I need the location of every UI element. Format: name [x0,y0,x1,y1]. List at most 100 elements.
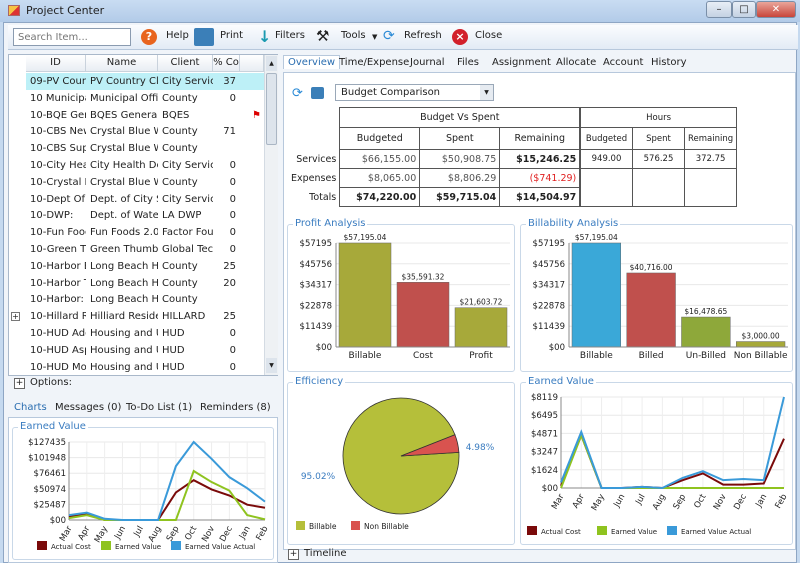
tools-button[interactable]: Tools [341,30,366,41]
tab-journal[interactable]: Journal [410,57,445,68]
bar[interactable] [681,316,731,348]
close-window-button[interactable]: ✕ [756,1,796,18]
table-row[interactable]: 10-CBS Supp Crystal Blue Wa County [26,140,264,157]
column-header-name[interactable]: Name [86,55,158,72]
bar[interactable] [571,242,621,348]
tab-reminders[interactable]: Reminders (8) [200,402,271,413]
cell: 0 [229,227,236,239]
cell: ($741.29) [499,168,581,188]
table-row[interactable]: 10-BQE Gen BQES General BQES ⚑ [26,107,264,124]
table-row[interactable]: 09-PV Count PV Country Clu City Servic 37 [26,73,264,90]
legend-swatch [101,541,111,550]
tab-timeexpense[interactable]: Time/Expense [339,57,409,68]
legend-label: Actual Cost [541,528,581,536]
x-tick: Aug [147,525,164,544]
tab-files[interactable]: Files [457,57,479,68]
report-select-value: Budget Comparison [341,87,441,98]
tab-charts[interactable]: Charts [14,402,47,413]
tab-messages[interactable]: Messages (0) [55,402,121,413]
print-icon[interactable] [194,28,214,46]
refresh-icon[interactable]: ⟳ [383,28,395,44]
cell: 10-Harbor: [30,294,84,306]
table-row[interactable]: 10-HUD Mo Housing and Ur HUD 0 [26,359,264,376]
maximize-button[interactable]: □ [732,1,756,18]
tab-history[interactable]: History [651,57,687,68]
cell: 576.25 [632,149,685,169]
x-tick: Oct [692,492,708,510]
close-icon[interactable]: × [452,29,468,45]
print-report-icon[interactable] [311,87,324,99]
cell: 10-Fun Food [30,227,86,239]
table-row[interactable]: 10-Fun Food Fun Foods 2.0 Factor Fou 0 [26,224,264,241]
bar[interactable] [736,341,786,348]
table-row[interactable]: 10-DWP: Dept. of Water LA DWP 0 [26,207,264,224]
filters-icon[interactable]: ↓ [258,27,271,46]
table-row[interactable]: 10-Harbor: Long Beach Har County [26,291,264,308]
data-label: $57,195.04 [344,233,387,242]
help-button[interactable]: Help [166,30,189,41]
x-tick: Apr [76,524,92,542]
timeline-label: Timeline [304,548,347,559]
options-expand-icon[interactable]: + [14,378,25,389]
table-row[interactable]: 10-Dept Of Dept. of City Se City Servic 0 [26,191,264,208]
cell: 10-CBS Supp [30,143,86,155]
table-row[interactable]: 10-Green Th Green Thumb S Global Tec 0 [26,241,264,258]
legend-swatch [351,521,360,530]
cell: 10-Harbor T [30,277,86,289]
cell: Crystal Blue Wa [90,176,158,188]
tab-account[interactable]: Account [603,57,643,68]
bar[interactable] [338,242,392,348]
column-header-percent-complete[interactable]: % Co [213,55,240,72]
side-earned-value-chart: Earned Value $00 $25487 $50974 $76461 $101948… [12,421,274,560]
cell: Crystal Blue Wa [90,143,158,155]
column-header-client[interactable]: Client [158,55,213,72]
search-input[interactable] [13,28,131,46]
refresh-button[interactable]: Refresh [404,30,442,41]
grid-scrollbar[interactable]: ▲ ▼ [264,55,278,375]
budget-title: Budget Vs Spent [339,107,581,128]
y-tick: $25487 [34,500,66,510]
cell: Global Tec [162,244,213,255]
print-button[interactable]: Print [220,30,243,41]
tools-dropdown-icon[interactable]: ▼ [372,33,377,41]
x-tick: Profit [469,351,493,361]
bar[interactable] [454,307,508,348]
table-row[interactable]: 10-Hillard Re Hilliard Residen HILLARD 25 + [11,308,264,325]
timeline-expand-icon[interactable]: + [288,549,299,560]
report-select[interactable]: Budget Comparison ▼ [335,84,494,101]
row-label: Services [296,153,337,165]
table-row[interactable]: 10-Harbor Bl Long Beach Har County 25 [26,258,264,275]
cell: City Servic [162,193,213,205]
chevron-down-icon[interactable]: ▼ [480,85,493,100]
cell: County [162,143,198,155]
column-header-flag[interactable] [240,55,264,72]
refresh-report-icon[interactable]: ⟳ [292,86,303,101]
bar[interactable] [626,272,676,348]
minimize-button[interactable]: – [706,1,732,18]
x-tick: Dec [732,492,749,512]
chart-svg: $00 $11439 $22878 $34317 $45756 $57195 $57,195… [533,233,788,361]
column-header-id[interactable]: ID [26,55,86,72]
table-row[interactable]: 10-Crystal Bl Crystal Blue Wa County 0 [26,174,264,191]
y-tick: $34317 [533,281,565,291]
legend-swatch [296,521,305,530]
table-row[interactable]: 10-City Healt City Health Dep City Servic 0 [26,157,264,174]
bar[interactable] [396,282,450,348]
tools-icon[interactable]: ⚒ [316,27,329,45]
tab-assignment[interactable]: Assignment [492,57,551,68]
table-row[interactable]: 10-Harbor T Long Beach Har County 20 [26,275,264,292]
tab-allocate[interactable]: Allocate [556,57,596,68]
help-icon[interactable]: ? [141,29,157,45]
tab-overview[interactable]: Overview [283,55,341,69]
table-row[interactable]: 10-CBS New Crystal Blue Wa County 71 [26,123,264,140]
table-row[interactable]: 10-HUD Asp Housing and Ur HUD 0 [26,342,264,359]
legend-swatch [667,526,677,535]
table-row[interactable]: 10 Municipal Municipal Offic County 0 [26,90,264,107]
expand-row-icon[interactable]: + [11,312,20,322]
filters-button[interactable]: Filters [275,30,305,41]
close-button[interactable]: Close [475,30,502,41]
table-row[interactable]: 10-HUD Add Housing and Ur HUD 0 [26,325,264,342]
cell: 37 [223,76,236,87]
x-tick: Un-Billed [686,351,726,361]
tab-todo[interactable]: To-Do List (1) [126,402,192,413]
